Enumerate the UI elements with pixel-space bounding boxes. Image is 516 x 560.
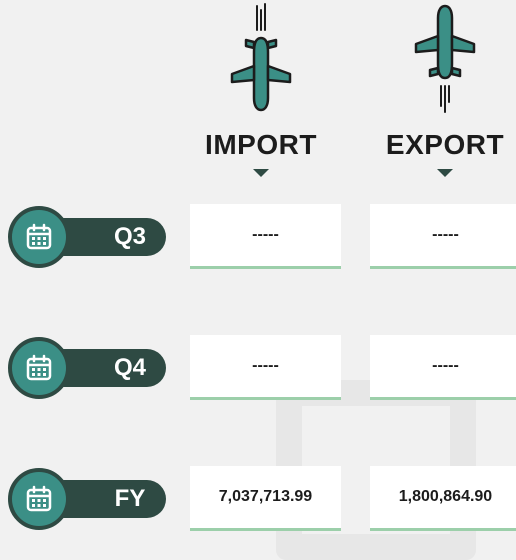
cell-fy-import: 7,037,713.99 [190, 466, 341, 531]
row-label-q3: Q3 [8, 206, 166, 268]
column-header-export: EXPORT [380, 0, 510, 177]
cell-q3-export: ----- [370, 204, 516, 269]
row-label-text: Q4 [113, 354, 146, 381]
chevron-down-icon [437, 169, 453, 177]
chevron-down-icon [253, 169, 269, 177]
plane-takeoff-icon [414, 4, 476, 113]
calendar-badge [8, 337, 70, 399]
cell-q4-export: ----- [370, 335, 516, 400]
row-label-text: Q3 [113, 223, 146, 250]
plane-landing-icon [230, 3, 292, 112]
calendar-badge [8, 206, 70, 268]
column-label-import: IMPORT [205, 129, 317, 160]
column-header-import: IMPORT [196, 0, 326, 177]
calendar-icon [26, 354, 52, 381]
cell-fy-export: 1,800,864.90 [370, 466, 516, 531]
row-label-fy: FY [8, 468, 166, 530]
cell-q3-import: ----- [190, 204, 341, 269]
row-label-q4: Q4 [8, 337, 166, 399]
calendar-icon [26, 223, 52, 250]
calendar-icon [26, 485, 52, 512]
column-label-export: EXPORT [385, 129, 505, 160]
cell-q4-import: ----- [190, 335, 341, 400]
row-label-text: FY [114, 485, 146, 512]
calendar-badge [8, 468, 70, 530]
